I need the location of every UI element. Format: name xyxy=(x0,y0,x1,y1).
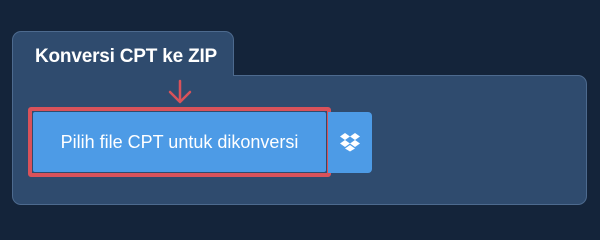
arrow-down-icon xyxy=(168,79,192,104)
panel-title: Konversi CPT ke ZIP xyxy=(35,46,218,67)
dropbox-icon xyxy=(340,133,360,152)
dropbox-button[interactable] xyxy=(328,112,372,173)
choose-file-button[interactable]: Pilih file CPT untuk dikonversi xyxy=(33,112,326,172)
